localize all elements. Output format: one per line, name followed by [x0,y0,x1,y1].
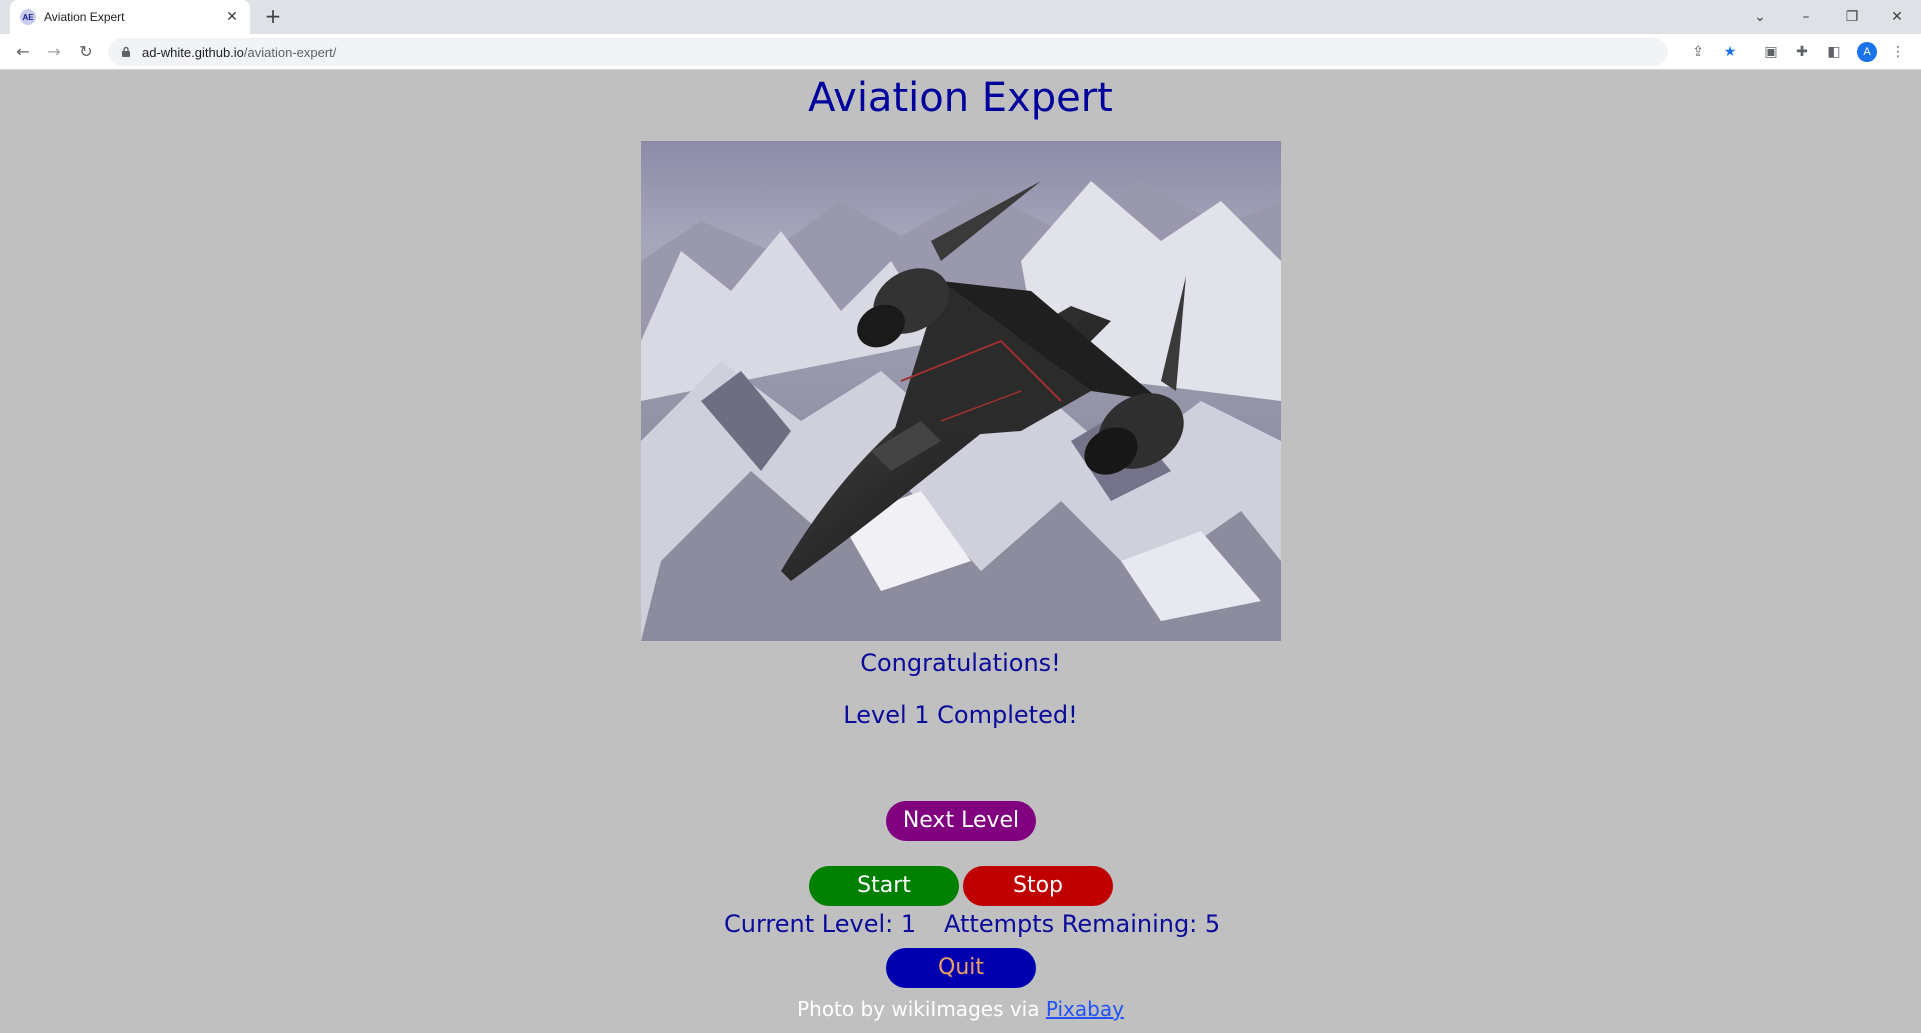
tab-close-icon[interactable]: ✕ [224,9,240,25]
page-content: Aviation Expert Congratulations! Level 1… [0,71,1921,1033]
forward-icon[interactable]: → [43,41,65,63]
reload-icon[interactable]: ↻ [75,41,97,63]
menu-kebab-icon[interactable]: ⋮ [1888,42,1908,62]
page-title: Aviation Expert [808,75,1113,121]
photo-credit: Photo by wikiImages via Pixabay [0,997,1921,1021]
new-tab-icon[interactable]: + [262,6,284,28]
stop-button[interactable]: Stop [963,866,1113,906]
start-button[interactable]: Start [809,866,959,906]
url-text: ad-white.github.io/aviation-expert/ [142,45,336,60]
tab-title: Aviation Expert [44,10,125,24]
share-icon[interactable]: ⇪ [1688,42,1708,62]
close-window-icon[interactable]: ✕ [1882,6,1912,28]
pixabay-link[interactable]: Pixabay [1046,997,1124,1021]
browser-toolbar: ← → ↻ ad-white.github.io/aviation-expert… [0,34,1921,70]
extension-box-icon[interactable]: ▣ [1761,42,1781,62]
extensions-puzzle-icon[interactable]: ✚ [1792,42,1812,62]
aircraft-photo-illustration [641,141,1281,641]
browser-tab[interactable]: AE Aviation Expert ✕ [10,0,250,34]
minimize-icon[interactable]: – [1791,6,1821,28]
photo-credit-text: Photo by wikiImages via [797,997,1046,1021]
restore-icon[interactable]: ❐ [1837,6,1867,28]
profile-avatar[interactable]: A [1857,42,1877,62]
site-favicon-icon: AE [20,9,36,25]
lock-icon [122,46,130,57]
url-host: ad-white.github.io [142,44,244,60]
bookmark-star-icon[interactable]: ★ [1720,42,1740,62]
quit-button[interactable]: Quit [886,948,1036,988]
current-level-text: Current Level: 1 [724,910,917,938]
url-path: /aviation-expert/ [243,44,337,60]
aircraft-photo [641,141,1281,641]
tab-search-chevron-icon[interactable]: ⌄ [1745,6,1775,28]
next-level-button[interactable]: Next Level [886,801,1036,841]
attempts-remaining-text: Attempts Remaining: 5 [944,910,1221,938]
back-icon[interactable]: ← [12,41,34,63]
side-panel-icon[interactable]: ◧ [1824,42,1844,62]
congrats-message: Congratulations! [860,649,1061,677]
browser-tab-bar: AE Aviation Expert ✕ + ⌄ – ❐ ✕ [0,0,1921,34]
level-completed-message: Level 1 Completed! [843,701,1078,729]
address-bar[interactable]: ad-white.github.io/aviation-expert/ [108,38,1668,66]
